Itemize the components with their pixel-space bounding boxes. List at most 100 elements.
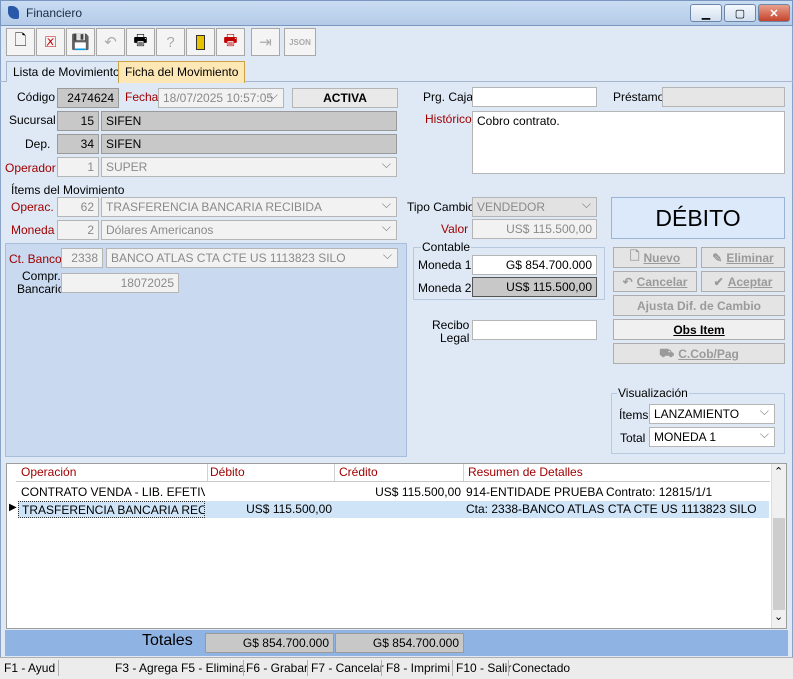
status-f5[interactable]: F5 - Elimina xyxy=(181,661,245,675)
close-icon: ✕ xyxy=(769,7,779,20)
totals-debito-field: G$ 854.700.000 xyxy=(205,633,334,653)
dep-code-field: 34 xyxy=(57,134,99,154)
status-separator xyxy=(381,660,382,676)
grid-header-operacion[interactable]: Operación xyxy=(16,464,208,482)
table-row-selected[interactable]: ▶ TRASFERENCIA BANCARIA RECIBID US$ 115.… xyxy=(7,501,771,519)
moneda-label: Moneda xyxy=(11,223,55,237)
cancel-icon: ↶ xyxy=(622,274,633,289)
status-f10[interactable]: F10 - Salir xyxy=(456,661,511,675)
operac-code-field[interactable]: 62 xyxy=(57,197,99,217)
aceptar-item-button[interactable]: ✔ Aceptar xyxy=(701,271,785,292)
ajusta-dif-cambio-button[interactable]: Ajusta Dif. de Cambio xyxy=(613,295,785,316)
printer-icon: 🖶 xyxy=(133,31,148,49)
close-button[interactable]: ✕ xyxy=(758,4,790,22)
operador-code-field[interactable]: 1 xyxy=(57,157,99,177)
status-f3[interactable]: F3 - Agrega xyxy=(115,661,178,675)
moneda1-label: Moneda 1 xyxy=(418,258,472,272)
recibo-label-1: Recibo xyxy=(432,318,470,332)
tab-ficha-movimiento[interactable]: Ficha del Movimiento xyxy=(118,61,246,83)
prestamo-label: Préstamo xyxy=(613,90,665,104)
row-credito: US$ 115.500,00 xyxy=(375,485,461,499)
ctbanco-label: Ct. Banco xyxy=(9,252,62,266)
undo-icon: ↶ xyxy=(104,34,117,51)
ctbanco-dropdown[interactable]: BANCO ATLAS CTA CTE US 1113823 SILO xyxy=(106,248,398,268)
row-operacion: TRASFERENCIA BANCARIA RECIBID xyxy=(18,501,205,518)
moneda2-field: US$ 115.500,00 xyxy=(472,277,597,297)
prgcaja-field[interactable] xyxy=(472,87,597,107)
status-connection: Conectado xyxy=(512,661,571,675)
fecha-field[interactable]: 18/07/2025 10:57:05 xyxy=(158,88,284,108)
save-icon: 💾 xyxy=(71,34,90,51)
help-button[interactable]: ? xyxy=(156,28,185,56)
export-button[interactable]: ⇥ xyxy=(251,28,280,56)
delete-document-icon: 🗵 xyxy=(44,33,57,51)
minimize-icon: ▁ xyxy=(701,7,711,20)
print-preview-button[interactable]: 🖶 xyxy=(216,28,245,56)
operador-dropdown[interactable]: SUPER xyxy=(101,157,397,177)
valor-field[interactable]: US$ 115.500,00 xyxy=(472,219,597,239)
status-separator xyxy=(452,660,453,676)
vertical-scrollbar[interactable]: ⌃ ⌄ xyxy=(771,464,786,628)
obs-item-button[interactable]: Obs Item xyxy=(613,319,785,340)
tipocambio-dropdown[interactable]: VENDEDOR xyxy=(472,197,597,217)
eliminar-item-button[interactable]: ✎ Eliminar xyxy=(701,247,785,268)
ccob-pag-button[interactable]: ⛟ C.Cob/Pag xyxy=(613,343,785,364)
save-button[interactable]: 💾 xyxy=(66,28,95,56)
nuevo-item-button[interactable]: 🗋 Nuevo xyxy=(613,247,697,268)
scroll-up-icon[interactable]: ⌃ xyxy=(774,465,783,478)
red-printer-icon: 🖶 xyxy=(223,31,238,49)
tipocambio-label: Tipo Cambio xyxy=(407,200,475,214)
accept-icon: ✔ xyxy=(713,274,724,289)
json-button[interactable]: JSON xyxy=(284,28,316,56)
total-view-label: Total xyxy=(620,431,646,445)
sucursal-code-field: 15 xyxy=(57,111,99,131)
ctbanco-code-field[interactable]: 2338 xyxy=(61,248,103,268)
grid-header-resumen[interactable]: Resumen de Detalles xyxy=(463,464,770,482)
historico-textarea[interactable]: Cobro contrato. xyxy=(472,111,785,174)
status-f1[interactable]: F1 - Ayud xyxy=(4,661,55,675)
debito-banner: DÉBITO xyxy=(611,197,785,239)
visualizacion-title: Visualización xyxy=(617,386,689,400)
dep-name-field: SIFEN xyxy=(101,134,397,154)
compr-label-1: Compr. xyxy=(22,269,61,283)
compr-field[interactable]: 18072025 xyxy=(61,273,179,293)
operac-dropdown[interactable]: TRASFERENCIA BANCARIA RECIBIDA xyxy=(101,197,397,217)
delete-document-button[interactable]: 🗵 xyxy=(36,28,65,56)
exit-button[interactable] xyxy=(186,28,215,56)
row-operacion: CONTRATO VENDA - LIB. EFETIVO xyxy=(21,485,205,499)
status-f7[interactable]: F7 - Cancelar xyxy=(311,661,384,675)
totals-label: Totales xyxy=(142,632,193,649)
tab-lista-movimientos[interactable]: Lista de Movimientos xyxy=(6,61,133,82)
grid-header-credito[interactable]: Crédito xyxy=(334,464,464,482)
contable-label: Contable xyxy=(421,240,472,254)
new-document-icon: 🗋 xyxy=(14,31,27,49)
status-badge: ACTIVA xyxy=(292,88,398,108)
operac-label: Operac. xyxy=(11,200,54,214)
prestamo-field[interactable] xyxy=(662,87,785,107)
grid-header-debito[interactable]: Débito xyxy=(205,464,335,482)
items-section-title: Ítems del Movimiento xyxy=(11,183,125,197)
export-icon: ⇥ xyxy=(259,34,272,51)
total-view-dropdown[interactable]: MONEDA 1 xyxy=(649,427,775,447)
maximize-button[interactable]: ▢ xyxy=(724,4,756,22)
movements-grid[interactable]: Operación Débito Crédito Resumen de Deta… xyxy=(6,463,787,629)
help-icon: ? xyxy=(166,33,175,51)
valor-label: Valor xyxy=(441,222,469,236)
undo-button[interactable]: ↶ xyxy=(96,28,125,56)
scroll-thumb[interactable] xyxy=(773,518,785,610)
scroll-down-icon[interactable]: ⌄ xyxy=(774,610,783,623)
row-pointer-icon: ▶ xyxy=(9,502,17,513)
operador-label: Operador xyxy=(5,161,56,175)
moneda-dropdown[interactable]: Dólares Americanos xyxy=(101,220,397,240)
new-document-button[interactable]: 🗋 xyxy=(6,28,35,56)
print-button[interactable]: 🖶 xyxy=(126,28,155,56)
status-f6[interactable]: F6 - Grabar xyxy=(246,661,308,675)
recibo-field[interactable] xyxy=(472,320,597,340)
items-view-dropdown[interactable]: LANZAMIENTO xyxy=(649,404,775,424)
minimize-button[interactable]: ▁ xyxy=(690,4,722,22)
cancelar-item-button[interactable]: ↶ Cancelar xyxy=(613,271,697,292)
row-resumen: 914-ENTIDADE PRUEBA Contrato: 12815/1/1 xyxy=(466,485,713,499)
table-row[interactable]: CONTRATO VENDA - LIB. EFETIVO US$ 115.50… xyxy=(7,483,771,501)
moneda-code-field[interactable]: 2 xyxy=(57,220,99,240)
status-f8[interactable]: F8 - Imprimi xyxy=(386,661,450,675)
